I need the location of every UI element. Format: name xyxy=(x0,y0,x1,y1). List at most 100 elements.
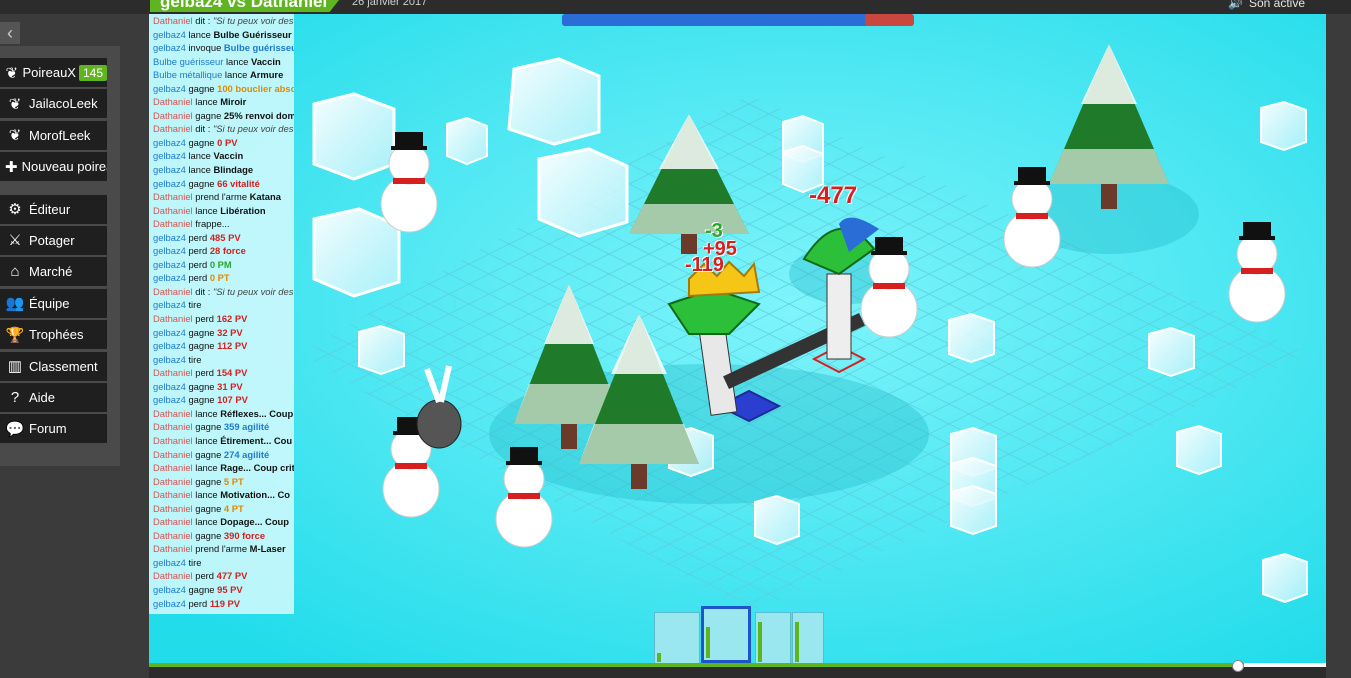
log-entity-name[interactable]: Dathaniel xyxy=(153,15,193,26)
log-entity-name[interactable]: gelbaz4 xyxy=(153,164,186,175)
log-entity-name[interactable]: gelbaz4 xyxy=(153,137,186,148)
turn-order-entity-active[interactable] xyxy=(701,606,751,663)
log-action: invoque xyxy=(185,42,224,54)
log-entity-name[interactable]: gelbaz4 xyxy=(153,394,186,405)
log-line: Dathaniel prend l'arme Katana xyxy=(149,190,294,204)
log-action: gagne xyxy=(192,448,224,460)
log-action: dit : xyxy=(192,123,213,135)
ice-block xyxy=(507,57,601,146)
log-entity-name[interactable]: gelbaz4 xyxy=(153,598,186,609)
log-entity-name[interactable]: Dathaniel xyxy=(153,191,193,202)
log-entity-name[interactable]: Dathaniel xyxy=(153,286,193,297)
sidebar-item-forum[interactable]: 💬 Forum xyxy=(0,414,107,444)
sidebar-item-poireaux[interactable]: ❦ PoireauX 145 xyxy=(0,58,107,87)
log-entity-name[interactable]: Dathaniel xyxy=(153,503,193,514)
log-entity-name[interactable]: Dathaniel xyxy=(153,313,193,324)
sidebar-item-jailacoleek[interactable]: ❦ JailacoLeek xyxy=(0,89,107,119)
leek-icon: ❦ xyxy=(8,127,22,145)
log-line: gelbaz4 gagne 66 vitalité xyxy=(149,177,294,191)
ice-block xyxy=(1262,552,1308,604)
log-entity-name[interactable]: Dathaniel xyxy=(153,530,193,541)
collapse-left-button[interactable]: ‹ xyxy=(0,22,20,44)
log-entity-name[interactable]: Dathaniel xyxy=(153,218,193,229)
log-entity-name[interactable]: Dathaniel xyxy=(153,367,193,378)
log-entity-name[interactable]: gelbaz4 xyxy=(153,299,186,310)
log-line: Bulbe guérisseur lance Vaccin xyxy=(149,55,294,69)
log-entity-name[interactable]: gelbaz4 xyxy=(153,272,186,283)
sidebar-item-label: JailacoLeek xyxy=(29,96,98,112)
log-entity-name[interactable]: Dathaniel xyxy=(153,489,193,500)
log-action: perd xyxy=(185,597,210,609)
turn-order-entity[interactable] xyxy=(654,612,700,665)
log-value: 119 PV xyxy=(209,597,241,609)
log-value: Katana xyxy=(249,191,281,203)
log-entity-name[interactable]: Dathaniel xyxy=(153,449,193,460)
log-line: gelbaz4 tire xyxy=(149,353,294,367)
timeline-knob[interactable] xyxy=(1232,660,1244,672)
log-entity-name[interactable]: gelbaz4 xyxy=(153,557,186,568)
sidebar-item-label: MorofLeek xyxy=(29,127,91,143)
log-entity-name[interactable]: gelbaz4 xyxy=(153,29,186,40)
log-entity-name[interactable]: gelbaz4 xyxy=(153,178,186,189)
fight-timeline[interactable] xyxy=(149,663,1326,667)
battle-scene xyxy=(149,14,1326,664)
log-action: perd xyxy=(192,367,217,379)
ranking-icon: ▥ xyxy=(7,358,23,376)
log-entity-name[interactable]: gelbaz4 xyxy=(153,150,186,161)
log-entity-name[interactable]: Bulbe guérisseur xyxy=(153,56,223,67)
sound-toggle[interactable]: 🔊 Son activé xyxy=(1228,0,1305,10)
log-entity-name[interactable]: gelbaz4 xyxy=(153,327,186,338)
log-entity-name[interactable]: Dathaniel xyxy=(153,435,193,446)
log-action: lance xyxy=(222,69,250,81)
log-action: perd xyxy=(185,231,210,243)
log-value: 5 PT xyxy=(223,475,244,487)
sidebar-item-trophees[interactable]: 🏆 Trophées xyxy=(0,320,107,350)
log-entity-name[interactable]: Dathaniel xyxy=(153,408,193,419)
battle-field[interactable]: -477 -3 +95 -119 xyxy=(149,14,1326,664)
sidebar-item-potager[interactable]: ⚔ Potager xyxy=(0,225,107,255)
log-line: Dathaniel lance Motivation... Co xyxy=(149,488,294,502)
log-entity-name[interactable]: Dathaniel xyxy=(153,543,193,554)
sidebar-item-editeur[interactable]: ⚙ Éditeur xyxy=(0,194,107,224)
log-action: lance xyxy=(192,204,221,216)
log-line: gelbaz4 lance Blindage xyxy=(149,163,294,177)
log-value: 100 bouclier absolu xyxy=(217,82,294,94)
log-entity-name[interactable]: Dathaniel xyxy=(153,421,193,432)
log-entity-name[interactable]: gelbaz4 xyxy=(153,340,186,351)
log-value: "Si tu peux voir des xyxy=(212,123,294,135)
ice-block xyxy=(537,147,629,238)
log-entity-name[interactable]: Dathaniel xyxy=(153,462,193,473)
log-entity-name[interactable]: Dathaniel xyxy=(153,570,193,581)
log-entity-name[interactable]: Dathaniel xyxy=(153,516,193,527)
log-value: 28 force xyxy=(209,245,246,257)
log-entity-name[interactable]: Dathaniel xyxy=(153,110,193,121)
log-entity-name[interactable]: gelbaz4 xyxy=(153,245,186,256)
sidebar-item-marche[interactable]: ⌂ Marché xyxy=(0,257,107,287)
log-entity-name[interactable]: gelbaz4 xyxy=(153,42,186,53)
log-entity-name[interactable]: Bulbe métallique xyxy=(153,69,222,80)
fight-title: gelbaz4 vs Dathaniel xyxy=(150,0,346,12)
log-entity-name[interactable]: Dathaniel xyxy=(153,96,193,107)
log-value: "Si tu peux voir des xyxy=(212,285,294,297)
log-value: 274 agilité xyxy=(223,448,270,460)
action-log[interactable]: Dathaniel dit : "Si tu peux voir des gelb… xyxy=(149,14,294,614)
log-entity-name[interactable]: gelbaz4 xyxy=(153,259,186,270)
sidebar-item-equipe[interactable]: 👥 Équipe xyxy=(0,288,107,318)
log-line: Dathaniel gagne 390 force xyxy=(149,529,294,543)
log-entity-name[interactable]: Dathaniel xyxy=(153,476,193,487)
log-entity-name[interactable]: gelbaz4 xyxy=(153,83,186,94)
log-entity-name[interactable]: gelbaz4 xyxy=(153,354,186,365)
sidebar-item-moroflek[interactable]: ❦ MorofLeek xyxy=(0,120,107,150)
log-value: M-Laser xyxy=(249,543,286,555)
entity-life-bar xyxy=(657,653,661,662)
sidebar-item-classement[interactable]: ▥ Classement xyxy=(0,351,107,381)
sidebar-item-new-leek[interactable]: ✚Nouveau poireau xyxy=(0,152,107,182)
log-entity-name[interactable]: gelbaz4 xyxy=(153,381,186,392)
sidebar-item-aide[interactable]: ? Aide xyxy=(0,382,107,412)
turn-order-entity[interactable] xyxy=(792,612,824,665)
log-entity-name[interactable]: gelbaz4 xyxy=(153,232,186,243)
log-entity-name[interactable]: Dathaniel xyxy=(153,205,193,216)
log-entity-name[interactable]: gelbaz4 xyxy=(153,584,186,595)
turn-order-entity[interactable] xyxy=(755,612,791,665)
log-entity-name[interactable]: Dathaniel xyxy=(153,123,193,134)
